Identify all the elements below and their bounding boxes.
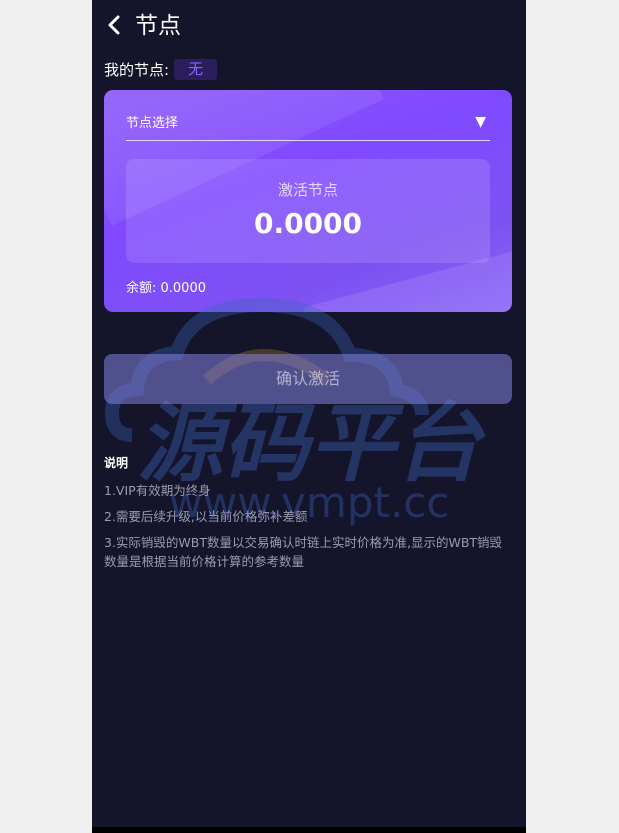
note-item: 1.VIP有效期为终身 bbox=[104, 483, 211, 498]
activate-label: 激活节点 bbox=[277, 181, 338, 199]
node-card: 节点选择 ▼ 激活节点 0.0000 余额: 0.0000 bbox=[104, 90, 512, 312]
notes-title: 说明 bbox=[104, 456, 129, 470]
my-node-badge: 无 bbox=[174, 58, 218, 80]
bottom-bar bbox=[92, 827, 526, 833]
back-icon[interactable] bbox=[106, 14, 124, 36]
note-item: 2.需要后续升级,以当前价格弥补差额 bbox=[104, 509, 308, 524]
notes-section: 说明 1.VIP有效期为终身 2.需要后续升级,以当前价格弥补差额 3.实际销毁… bbox=[104, 454, 504, 578]
node-select-label: 节点选择 bbox=[126, 116, 179, 131]
triangle-down-icon: ▼ bbox=[475, 114, 486, 130]
activate-value: 0.0000 bbox=[253, 207, 363, 240]
activation-box: 激活节点 0.0000 bbox=[126, 159, 490, 263]
header: 节点 bbox=[92, 0, 526, 52]
page-title: 节点 bbox=[135, 13, 181, 39]
my-node-row: 我的节点: 无 bbox=[104, 58, 218, 80]
app-screen: 节点 我的节点: 无 节点选择 ▼ 激活节点 0.0000 余额: 0.0000… bbox=[92, 0, 526, 833]
note-item: 3.实际销毁的WBT数量以交易确认时链上实时价格为准,显示的WBT销毁数量是根据… bbox=[104, 535, 503, 569]
my-node-label: 我的节点: bbox=[104, 60, 170, 79]
node-select[interactable]: 节点选择 ▼ bbox=[126, 107, 490, 141]
balance-text: 余额: 0.0000 bbox=[126, 281, 206, 296]
confirm-activate-button[interactable]: 确认激活 bbox=[104, 354, 512, 404]
